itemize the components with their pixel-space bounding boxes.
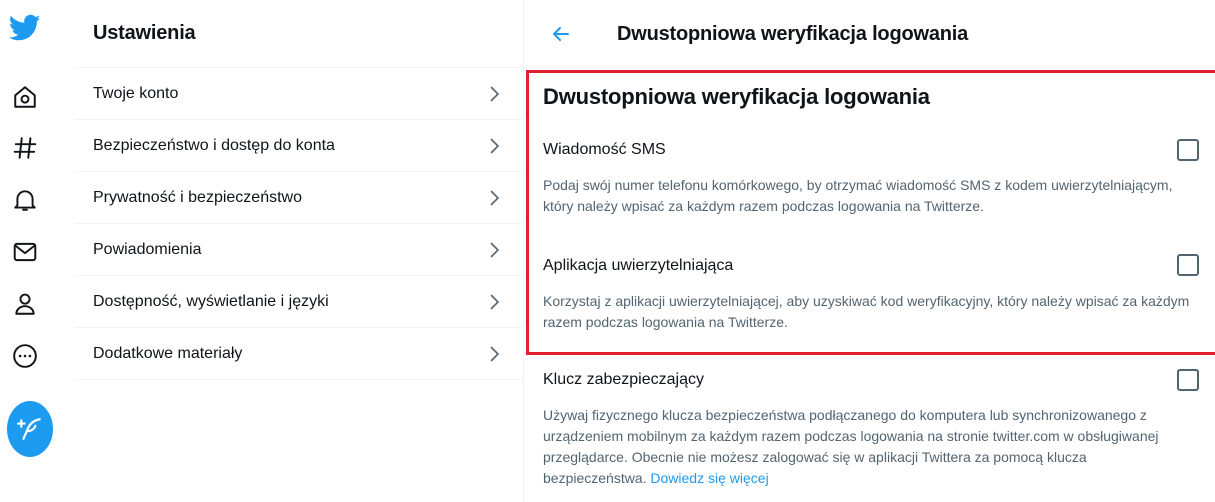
security-key-option-checkbox[interactable] (1177, 369, 1199, 391)
settings-item-accessibility[interactable]: Dostępność, wyświetlanie i języki (75, 276, 523, 328)
authenticator-app-option-label[interactable]: Aplikacja uwierzytelniająca (543, 257, 733, 275)
chevron-right-icon (490, 241, 500, 258)
more-options-icon[interactable] (7, 338, 43, 374)
navigation-rail (0, 0, 60, 502)
settings-item-label: Twoje konto (93, 84, 179, 102)
authenticator-app-option-checkbox[interactable] (1177, 254, 1199, 276)
settings-header: Ustawienia (75, 0, 523, 68)
settings-item-privacy-safety[interactable]: Prywatność i bezpieczeństwo (75, 172, 523, 224)
settings-item-label: Dodatkowe materiały (93, 344, 243, 362)
settings-column: Ustawienia Twoje konto Bezpieczeństwo i … (75, 0, 524, 502)
settings-item-label: Powiadomienia (93, 240, 202, 258)
security-key-option-description: Używaj fizycznego klucza bezpieczeństwa … (543, 405, 1193, 489)
compose-tweet-button[interactable] (7, 401, 53, 457)
settings-item-notifications[interactable]: Powiadomienia (75, 224, 523, 276)
messages-envelope-icon[interactable] (7, 234, 43, 270)
section-title: Dwustopniowa weryfikacja logowania (543, 84, 930, 109)
twitter-logo-icon[interactable] (7, 10, 43, 46)
notifications-bell-icon[interactable] (7, 182, 43, 218)
back-arrow-icon[interactable] (551, 24, 571, 44)
chevron-right-icon (490, 137, 500, 154)
security-key-description-text: Używaj fizycznego klucza bezpieczeństwa … (543, 407, 1159, 486)
profile-person-icon[interactable] (7, 286, 43, 322)
settings-item-additional-resources[interactable]: Dodatkowe materiały (75, 328, 523, 380)
settings-item-security-access[interactable]: Bezpieczeństwo i dostęp do konta (75, 120, 523, 172)
security-key-option-label[interactable]: Klucz zabezpieczający (543, 371, 704, 389)
sms-option-label[interactable]: Wiadomość SMS (543, 141, 666, 159)
two-factor-detail-column: Dwustopniowa weryfikacja logowania Dwust… (525, 0, 1215, 502)
settings-item-account[interactable]: Twoje konto (75, 68, 523, 120)
settings-item-label: Dostępność, wyświetlanie i języki (93, 292, 329, 310)
detail-header: Dwustopniowa weryfikacja logowania (525, 0, 1215, 68)
chevron-right-icon (490, 85, 500, 102)
learn-more-link[interactable]: Dowiedz się więcej (650, 470, 768, 486)
settings-title: Ustawienia (93, 22, 196, 44)
chevron-right-icon (490, 345, 500, 362)
detail-header-title: Dwustopniowa weryfikacja logowania (617, 22, 969, 45)
home-icon[interactable] (7, 79, 43, 115)
settings-item-label: Bezpieczeństwo i dostęp do konta (93, 136, 335, 154)
settings-item-label: Prywatność i bezpieczeństwo (93, 188, 302, 206)
sms-option-description: Podaj swój numer telefonu komórkowego, b… (543, 177, 1173, 214)
sms-option-checkbox[interactable] (1177, 139, 1199, 161)
chevron-right-icon (490, 293, 500, 310)
chevron-right-icon (490, 189, 500, 206)
authenticator-app-option-description: Korzystaj z aplikacji uwierzytelniającej… (543, 293, 1190, 330)
explore-hashtag-icon[interactable] (7, 130, 43, 166)
compose-tweet-icon (17, 418, 41, 440)
